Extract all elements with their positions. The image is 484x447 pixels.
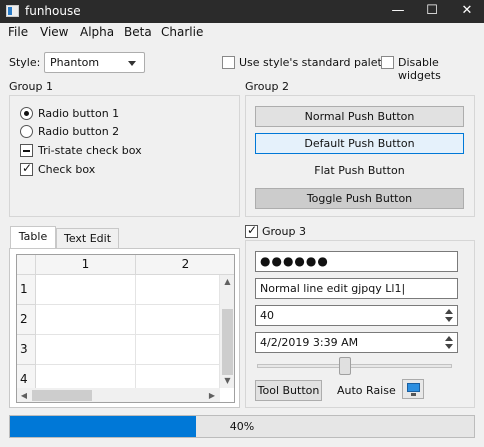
datetime-edit[interactable]: 4/2/2019 3:39 AM [255, 332, 458, 353]
minimize-button[interactable]: — [381, 0, 415, 23]
default-push-button[interactable]: Default Push Button [255, 133, 464, 154]
tristate-checkbox[interactable] [20, 144, 33, 157]
spin-up-icon[interactable] [445, 336, 453, 341]
datetime-value: 4/2/2019 3:39 AM [260, 336, 359, 349]
menu-charlie[interactable]: Charlie [161, 25, 203, 39]
group1-title: Group 1 [9, 80, 53, 93]
column-header-1[interactable]: 1 [36, 255, 136, 275]
line-edit[interactable]: Normal line edit gjpqy Ll1| [255, 278, 458, 299]
table-cell[interactable] [36, 305, 136, 335]
menu-file[interactable]: File [8, 25, 28, 39]
progress-text: 40% [229, 420, 255, 433]
password-field[interactable]: ●●●●●● [255, 251, 458, 272]
chevron-down-icon [128, 61, 136, 66]
table-cell[interactable] [136, 305, 220, 335]
radio-button-1-label: Radio button 1 [38, 107, 120, 120]
style-label: Style: [9, 56, 41, 69]
normal-push-button[interactable]: Normal Push Button [255, 106, 464, 127]
scroll-down-icon[interactable]: ▼ [220, 376, 234, 385]
check-box-label: Check box [38, 163, 96, 176]
title-bar: funhouse — ☐ ✕ [0, 0, 484, 23]
spin-box[interactable]: 40 [255, 305, 458, 326]
table-cell[interactable] [136, 275, 220, 305]
group2-title: Group 2 [245, 80, 289, 93]
menu-view[interactable]: View [40, 25, 68, 39]
spin-up-icon[interactable] [445, 309, 453, 314]
radio-button-2[interactable] [20, 125, 33, 138]
row-header-1[interactable]: 1 [17, 275, 36, 305]
tristate-checkbox-label: Tri-state check box [38, 144, 142, 157]
horizontal-scrollbar[interactable]: ◀ ▶ [17, 388, 220, 402]
table-view[interactable]: 1 2 1 2 3 4 ▲ ▼ ◀ ▶ [16, 254, 235, 403]
table-cell[interactable] [36, 275, 136, 305]
spin-down-icon[interactable] [445, 317, 453, 322]
app-icon [6, 5, 19, 17]
window-title: funhouse [25, 4, 81, 18]
horizontal-scroll-thumb[interactable] [32, 390, 92, 401]
style-combobox-value: Phantom [50, 56, 100, 69]
table-cell[interactable] [136, 335, 220, 365]
style-combobox[interactable]: Phantom [44, 52, 145, 73]
toggle-push-button[interactable]: Toggle Push Button [255, 188, 464, 209]
close-button[interactable]: ✕ [450, 0, 484, 23]
maximize-button[interactable]: ☐ [415, 0, 449, 23]
tool-button[interactable]: Tool Button [255, 380, 322, 401]
use-palette-checkbox[interactable] [222, 56, 235, 69]
monitor-icon [407, 383, 420, 392]
progress-bar: 40% [9, 415, 475, 438]
radio-button-2-label: Radio button 2 [38, 125, 120, 138]
line-edit-value: Normal line edit gjpqy Ll1| [260, 282, 406, 295]
scroll-left-icon[interactable]: ◀ [19, 391, 29, 400]
scroll-right-icon[interactable]: ▶ [207, 391, 217, 400]
table-cell[interactable] [36, 335, 136, 365]
spin-down-icon[interactable] [445, 344, 453, 349]
column-header-2[interactable]: 2 [136, 255, 234, 275]
menu-alpha[interactable]: Alpha [80, 25, 114, 39]
scroll-up-icon[interactable]: ▲ [220, 277, 234, 286]
tab-text-edit[interactable]: Text Edit [56, 228, 119, 249]
check-box[interactable] [20, 161, 33, 176]
disable-widgets-checkbox[interactable] [381, 56, 394, 69]
auto-raise-button[interactable] [402, 379, 424, 399]
spin-box-value: 40 [260, 309, 274, 322]
password-value: ●●●●●● [260, 254, 329, 268]
use-palette-label: Use style's standard palette [239, 56, 393, 69]
row-header-3[interactable]: 3 [17, 335, 36, 365]
vertical-scrollbar[interactable]: ▲ ▼ [220, 275, 234, 388]
menu-beta[interactable]: Beta [124, 25, 152, 39]
spin-buttons[interactable] [442, 307, 456, 324]
radio-button-1[interactable] [20, 107, 33, 120]
auto-raise-label: Auto Raise [337, 384, 396, 397]
group3-checkbox[interactable] [245, 223, 258, 238]
tab-table[interactable]: Table [10, 226, 56, 249]
flat-push-button[interactable]: Flat Push Button [255, 161, 464, 182]
menu-bar: File View Alpha Beta Charlie [0, 23, 484, 42]
group3-title: Group 3 [262, 225, 306, 238]
slider-track[interactable] [257, 364, 452, 368]
row-header-2[interactable]: 2 [17, 305, 36, 335]
table-corner[interactable] [17, 255, 36, 275]
slider-handle[interactable] [339, 357, 351, 375]
vertical-scroll-thumb[interactable] [222, 309, 233, 375]
datetime-spin-buttons[interactable] [442, 334, 456, 351]
disable-widgets-label: Disable widgets [398, 56, 441, 82]
